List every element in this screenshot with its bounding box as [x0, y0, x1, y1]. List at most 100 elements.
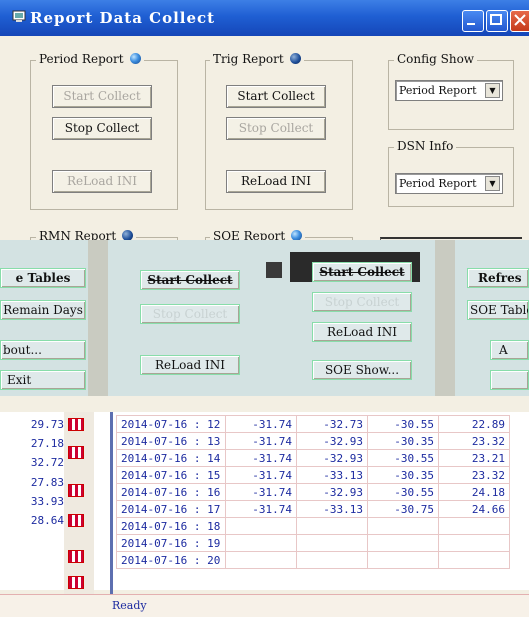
value-cell	[367, 517, 439, 535]
dsn-info-select[interactable]: Period Report ▼	[395, 173, 503, 194]
exit-button[interactable]: Exit	[0, 370, 86, 390]
app-icon	[12, 10, 26, 22]
trig-reload-ini-button[interactable]: ReLoad INI	[226, 170, 326, 193]
value-cell	[438, 551, 510, 569]
minimize-button[interactable]	[462, 10, 484, 32]
value-cell: -31.74	[225, 415, 297, 433]
value-cell: -31.74	[225, 483, 297, 501]
value-cell	[296, 517, 368, 535]
value-cell	[438, 517, 510, 535]
trig-report-label: Trig Report	[210, 52, 304, 66]
column-divider	[110, 412, 113, 594]
tables-button[interactable]: e Tables	[0, 268, 86, 288]
value-cell: 24.66	[438, 500, 510, 518]
flag-icon	[68, 514, 84, 527]
table-row[interactable]: 2014-07-16 : 18	[116, 517, 510, 535]
time-cell: 2014-07-16 : 16	[116, 483, 226, 501]
flag-column	[64, 412, 94, 594]
refresh-button[interactable]: Refres	[467, 268, 529, 288]
soe-tables-button[interactable]: SOE Table	[467, 300, 529, 320]
partial-a-button[interactable]: A	[490, 340, 529, 360]
trig-stop-collect-button[interactable]: Stop Collect	[226, 117, 326, 140]
config-show-select[interactable]: Period Report ▼	[395, 80, 503, 101]
value-cell: -30.55	[367, 483, 439, 501]
value-cell: 24.18	[438, 483, 510, 501]
rmn-stop-collect-button[interactable]: Stop Collect	[140, 304, 240, 324]
period-stop-collect-button[interactable]: Stop Collect	[52, 117, 152, 140]
value-cell	[367, 551, 439, 569]
data-table: 2014-07-16 : 12 -31.74 -32.73 -30.55 22.89 20…	[116, 415, 510, 569]
value-cell: -32.93	[296, 483, 368, 501]
table-row[interactable]: 2014-07-16 : 13 -31.74 -32.93 -30.35 23.32	[116, 432, 510, 450]
soe-reload-ini-button[interactable]: ReLoad INI	[312, 322, 412, 342]
config-show-label: Config Show	[394, 52, 478, 66]
time-cell: 2014-07-16 : 18	[116, 517, 226, 535]
table-row[interactable]: 2014-07-16 : 17 -31.74 -33.13 -30.75 24.66	[116, 500, 510, 518]
chevron-down-icon[interactable]: ▼	[485, 176, 500, 191]
chevron-down-icon[interactable]: ▼	[485, 83, 500, 98]
dsn-info-value: Period Report	[399, 177, 477, 190]
table-row[interactable]: 2014-07-16 : 19	[116, 534, 510, 552]
time-cell: 2014-07-16 : 20	[116, 551, 226, 569]
glitch-dark-block	[266, 262, 282, 278]
flag-icon	[68, 484, 84, 497]
value-cell	[367, 534, 439, 552]
table-row[interactable]: 2014-07-16 : 14 -31.74 -32.93 -30.55 23.21	[116, 449, 510, 467]
dsn-info-label: DSN Info	[394, 139, 457, 153]
table-row[interactable]: 2014-07-16 : 12 -31.74 -32.73 -30.55 22.89	[116, 415, 510, 433]
title-bar: Report Data Collect	[0, 0, 529, 36]
window-title: Report Data Collect	[30, 9, 216, 27]
value-cell	[438, 534, 510, 552]
partial-button[interactable]	[490, 370, 529, 390]
value-cell: -30.35	[367, 466, 439, 484]
rmn-reload-ini-button[interactable]: ReLoad INI	[140, 355, 240, 375]
table-row[interactable]: 2014-07-16 : 20	[116, 551, 510, 569]
soe-stop-collect-button[interactable]: Stop Collect	[312, 292, 412, 312]
value-cell: -30.75	[367, 500, 439, 518]
time-cell: 2014-07-16 : 15	[116, 466, 226, 484]
table-row[interactable]: 2014-07-16 : 16 -31.74 -32.93 -30.55 24.18	[116, 483, 510, 501]
trig-start-collect-button[interactable]: Start Collect	[226, 85, 326, 108]
period-reload-ini-button[interactable]: ReLoad INI	[52, 170, 152, 193]
value-cell: -32.93	[296, 449, 368, 467]
maximize-icon	[490, 14, 502, 25]
left-value-cell: 27.83	[30, 476, 64, 489]
value-cell: -31.74	[225, 449, 297, 467]
value-cell: -30.55	[367, 415, 439, 433]
period-report-title: Period Report	[39, 52, 124, 66]
status-led-icon	[289, 53, 301, 64]
time-cell: 2014-07-16 : 19	[116, 534, 226, 552]
minimize-icon	[467, 23, 475, 25]
value-cell: -32.73	[296, 415, 368, 433]
status-bar: Ready	[0, 594, 529, 617]
value-cell: -30.35	[367, 432, 439, 450]
value-cell: 23.32	[438, 466, 510, 484]
remain-days-button[interactable]: Remain Days	[0, 300, 86, 320]
about-button[interactable]: bout...	[0, 340, 86, 360]
period-report-label: Period Report	[36, 52, 144, 66]
close-icon	[514, 14, 526, 26]
trig-report-title: Trig Report	[213, 52, 284, 66]
value-cell: -31.74	[225, 432, 297, 450]
time-cell: 2014-07-16 : 12	[116, 415, 226, 433]
rmn-start-collect-button[interactable]: Start Collect	[140, 270, 240, 290]
value-cell: 22.89	[438, 415, 510, 433]
left-value-cell: 32.72	[30, 456, 64, 469]
left-value-cell: 28.64	[30, 514, 64, 527]
value-cell	[296, 534, 368, 552]
value-cell	[225, 551, 297, 569]
soe-start-collect-button[interactable]: Start Collect	[312, 262, 412, 282]
value-cell: 23.32	[438, 432, 510, 450]
flag-icon	[68, 418, 84, 431]
status-led-icon	[129, 53, 141, 64]
maximize-button[interactable]	[486, 10, 508, 32]
period-start-collect-button[interactable]: Start Collect	[52, 85, 152, 108]
soe-show-button[interactable]: SOE Show...	[312, 360, 412, 380]
value-cell: -31.74	[225, 500, 297, 518]
value-cell: -32.93	[296, 432, 368, 450]
value-cell: -33.13	[296, 500, 368, 518]
close-button[interactable]	[510, 10, 529, 32]
table-row[interactable]: 2014-07-16 : 15 -31.74 -33.13 -30.35 23.32	[116, 466, 510, 484]
value-cell: -33.13	[296, 466, 368, 484]
time-cell: 2014-07-16 : 17	[116, 500, 226, 518]
